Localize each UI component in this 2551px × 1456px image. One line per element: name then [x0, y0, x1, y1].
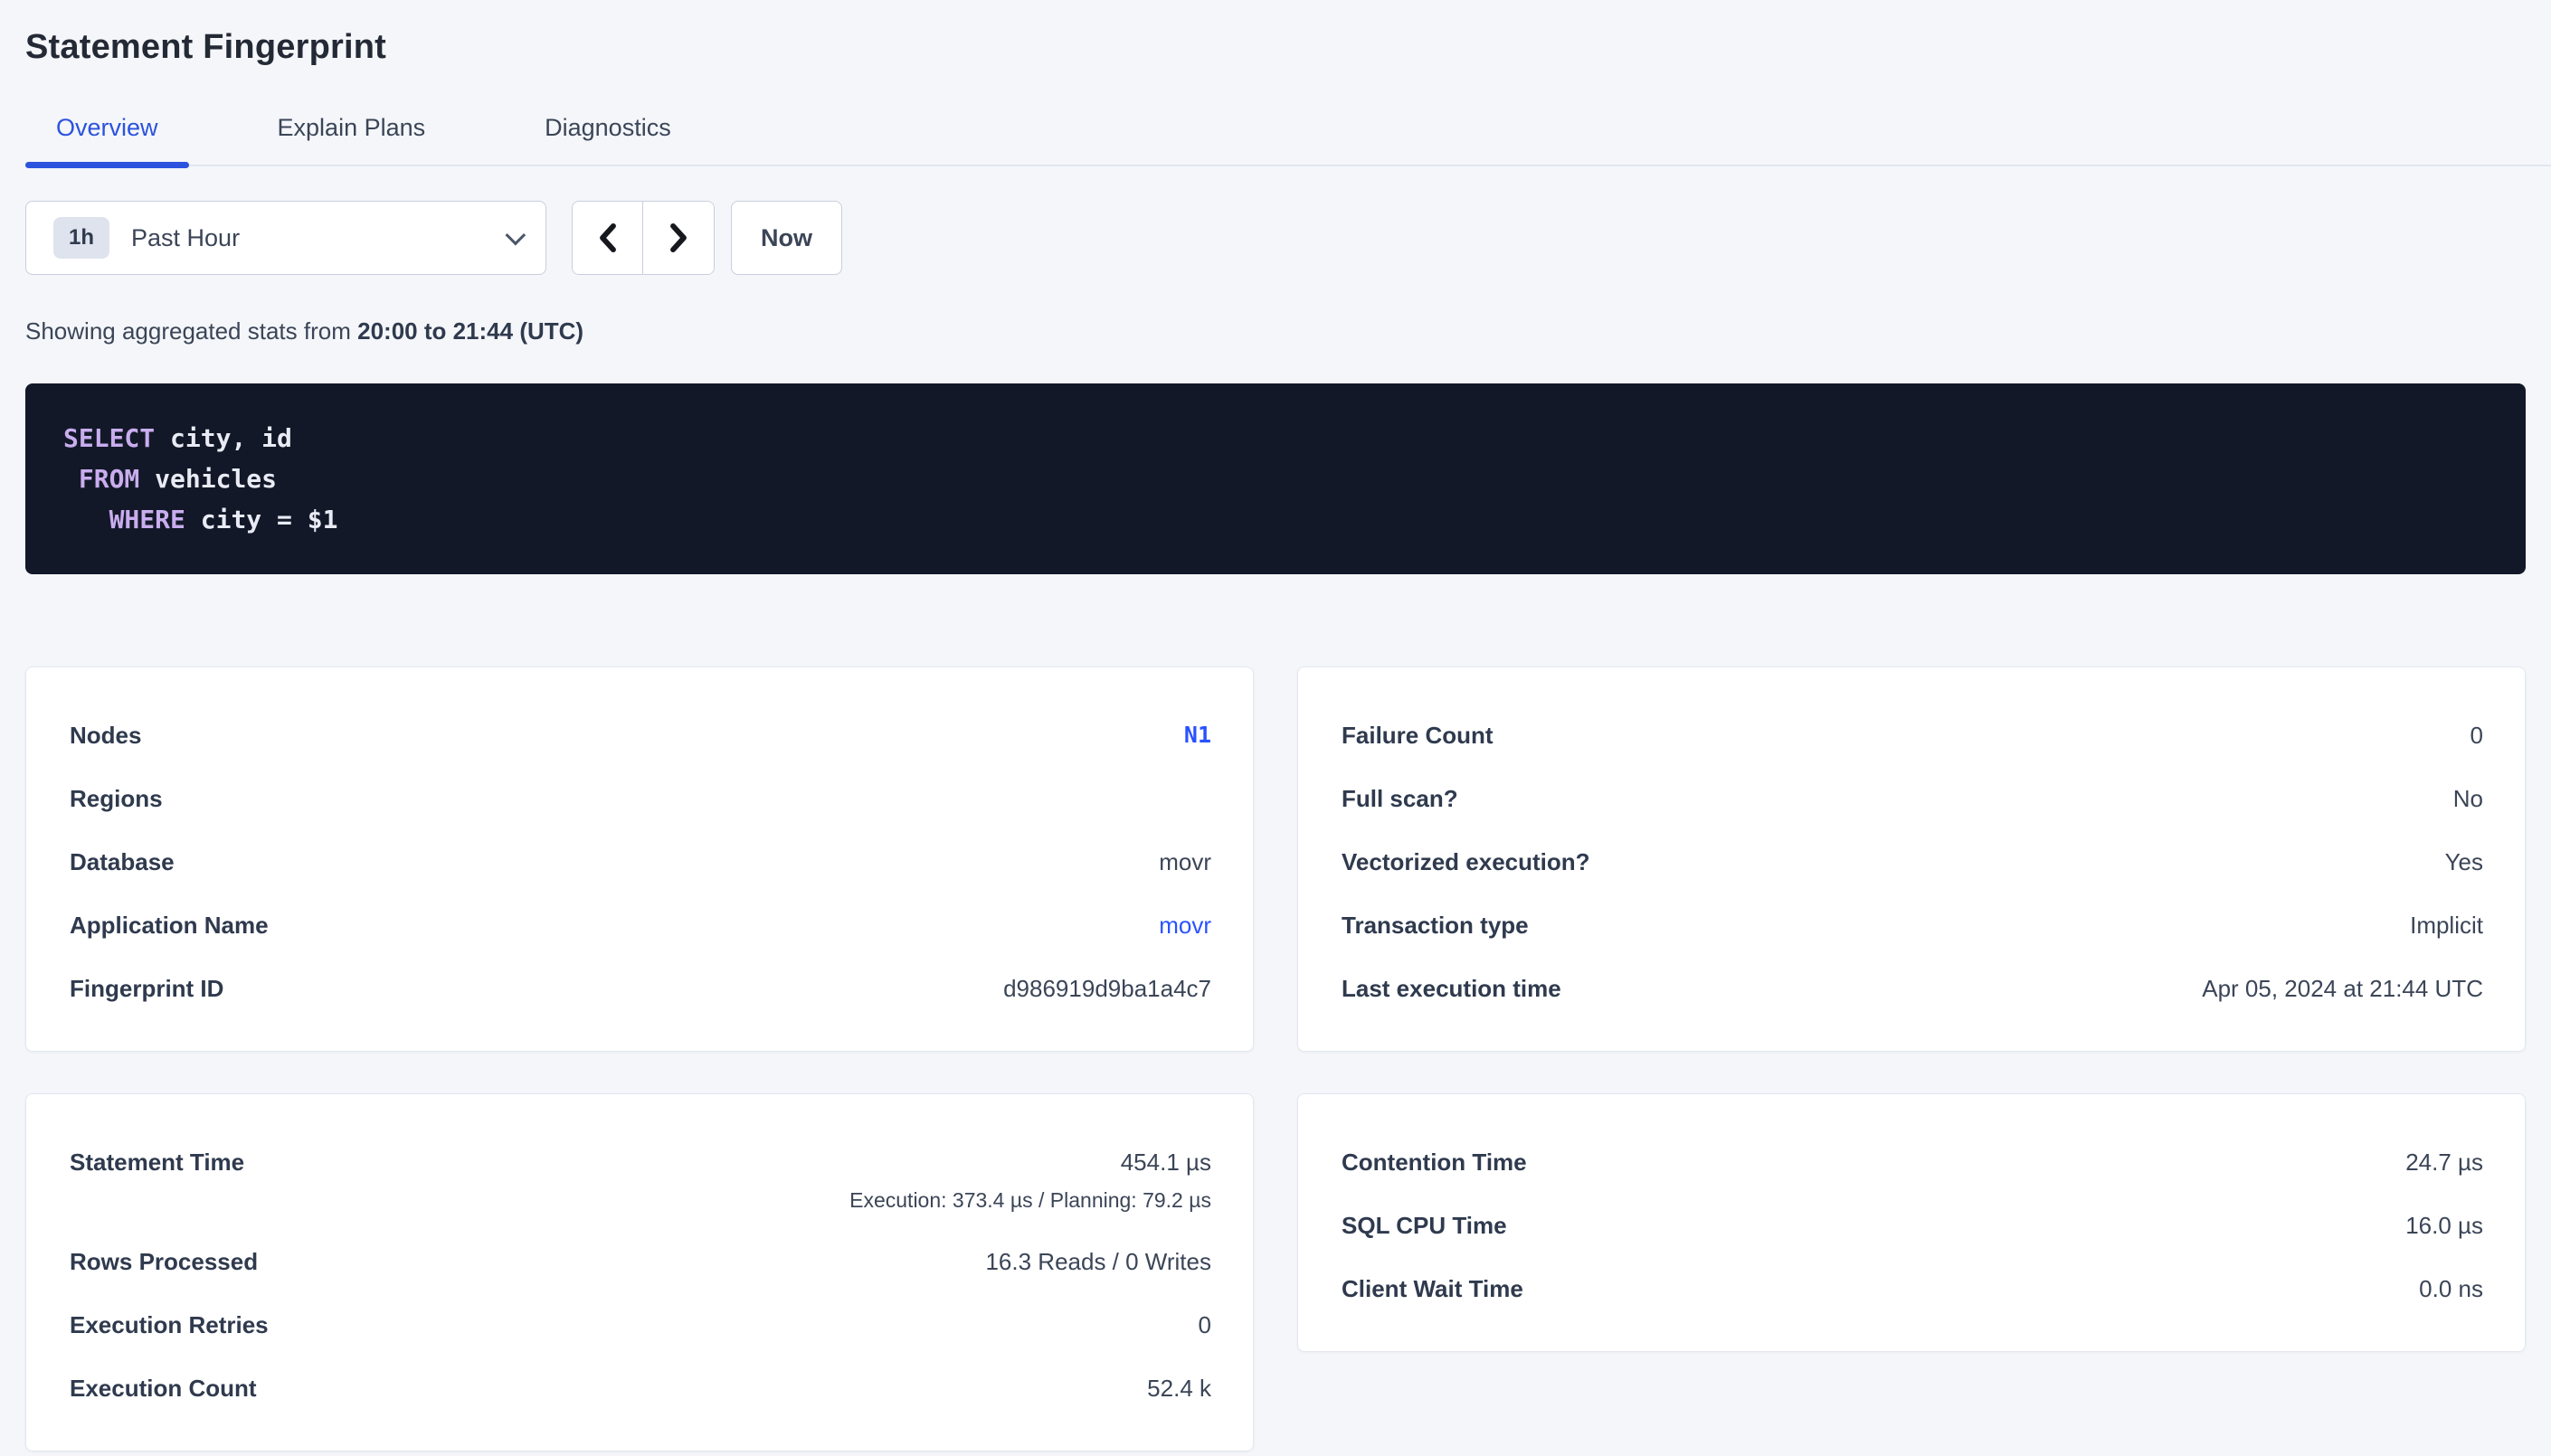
- aggregation-note: Showing aggregated stats from 20:00 to 2…: [25, 317, 2526, 345]
- detail-label: Statement Time: [70, 1149, 244, 1176]
- detail-label: SQL CPU Time: [1342, 1212, 1507, 1239]
- detail-row: Fingerprint ID d986919d9ba1a4c7: [70, 975, 1211, 1002]
- time-interval-select[interactable]: 1h Past Hour: [25, 201, 546, 275]
- statement-time-values: 454.1 µs Execution: 373.4 µs / Planning:…: [849, 1149, 1211, 1212]
- detail-value: 0: [2470, 722, 2483, 749]
- now-button[interactable]: Now: [731, 201, 842, 275]
- chevron-left-icon: [594, 221, 621, 255]
- detail-value: 52.4 k: [1147, 1375, 1211, 1402]
- detail-row: Regions: [70, 785, 1211, 812]
- detail-label: Transaction type: [1342, 912, 1529, 939]
- detail-label: Last execution time: [1342, 975, 1561, 1002]
- sql-text: city = $1: [185, 505, 338, 534]
- sql-indent: [63, 505, 109, 534]
- aggregation-note-prefix: Showing aggregated stats from: [25, 317, 357, 345]
- detail-row: Application Name movr: [70, 912, 1211, 939]
- sql-indent: [63, 464, 79, 494]
- detail-label: Rows Processed: [70, 1248, 258, 1275]
- detail-row: Transaction type Implicit: [1342, 912, 2483, 939]
- detail-label: Database: [70, 848, 175, 875]
- detail-row: SQL CPU Time 16.0 µs: [1342, 1212, 2483, 1239]
- detail-row: Execution Retries 0: [70, 1311, 1211, 1338]
- sql-keyword: FROM: [79, 464, 139, 494]
- detail-value: 0.0 ns: [2419, 1275, 2483, 1302]
- statement-time-breakdown: Execution: 373.4 µs / Planning: 79.2 µs: [849, 1188, 1211, 1212]
- detail-value: 454.1 µs: [1121, 1149, 1211, 1176]
- detail-label: Vectorized execution?: [1342, 848, 1590, 875]
- detail-row: Full scan? No: [1342, 785, 2483, 812]
- tab-bar: Overview Explain Plans Diagnostics: [25, 114, 2551, 166]
- detail-row: Database movr: [70, 848, 1211, 875]
- detail-row: Contention Time 24.7 µs: [1342, 1149, 2483, 1176]
- detail-row: Vectorized execution? Yes: [1342, 848, 2483, 875]
- detail-value: No: [2453, 785, 2483, 812]
- wait-time-stats-card: Contention Time 24.7 µs SQL CPU Time 16.…: [1297, 1093, 2526, 1352]
- detail-value: Implicit: [2410, 912, 2483, 939]
- sql-line: WHERE city = $1: [63, 499, 2488, 540]
- interval-nav-group: [572, 201, 715, 275]
- interval-selected-label: Past Hour: [131, 224, 240, 252]
- statement-stats-card: Statement Time 454.1 µs Execution: 373.4…: [25, 1093, 1254, 1451]
- detail-label: Execution Count: [70, 1375, 257, 1402]
- sql-text: vehicles: [139, 464, 277, 494]
- detail-row: Statement Time 454.1 µs Execution: 373.4…: [70, 1149, 1211, 1212]
- sql-line: FROM vehicles: [63, 459, 2488, 499]
- execution-attributes-card: Failure Count 0 Full scan? No Vectorized…: [1297, 667, 2526, 1052]
- statement-details-card: Nodes N1 Regions Database movr Applicati…: [25, 667, 1254, 1052]
- sql-keyword: WHERE: [109, 505, 185, 534]
- next-interval-button[interactable]: [643, 202, 714, 274]
- detail-row: Last execution time Apr 05, 2024 at 21:4…: [1342, 975, 2483, 1002]
- detail-label: Failure Count: [1342, 722, 1494, 749]
- detail-value: movr: [1159, 848, 1211, 875]
- last-execution-time-value: Apr 05, 2024 at 21:44 UTC: [2202, 975, 2483, 1002]
- detail-row: Failure Count 0: [1342, 722, 2483, 749]
- detail-label: Fingerprint ID: [70, 975, 223, 1002]
- detail-label: Client Wait Time: [1342, 1275, 1523, 1302]
- detail-value: 16.0 µs: [2405, 1212, 2483, 1239]
- detail-value: 16.3 Reads / 0 Writes: [985, 1248, 1211, 1275]
- tab-explain-plans[interactable]: Explain Plans: [247, 114, 457, 165]
- chevron-right-icon: [665, 221, 692, 255]
- detail-value: Yes: [2445, 848, 2483, 875]
- page-title: Statement Fingerprint: [25, 27, 2526, 67]
- chevron-down-icon: [506, 225, 526, 246]
- detail-value: 24.7 µs: [2405, 1149, 2483, 1176]
- sql-line: SELECT city, id: [63, 418, 2488, 459]
- prev-interval-button[interactable]: [573, 202, 643, 274]
- detail-label: Nodes: [70, 722, 141, 749]
- sql-keyword: SELECT: [63, 423, 155, 453]
- detail-label: Application Name: [70, 912, 269, 939]
- detail-row: Execution Count 52.4 k: [70, 1375, 1211, 1402]
- sql-text: city, id: [155, 423, 292, 453]
- detail-label: Regions: [70, 785, 163, 812]
- detail-row: Nodes N1: [70, 722, 1211, 749]
- sql-statement-box: SELECT city, id FROM vehicles WHERE city…: [25, 383, 2526, 574]
- detail-value: 0: [1199, 1311, 1211, 1338]
- application-name-link[interactable]: movr: [1159, 912, 1211, 939]
- summary-cards-grid: Nodes N1 Regions Database movr Applicati…: [25, 667, 2526, 1451]
- statement-fingerprint-page: Statement Fingerprint Overview Explain P…: [0, 0, 2551, 1451]
- nodes-link[interactable]: N1: [1184, 722, 1211, 749]
- detail-label: Full scan?: [1342, 785, 1458, 812]
- detail-label: Execution Retries: [70, 1311, 269, 1338]
- tab-diagnostics[interactable]: Diagnostics: [514, 114, 702, 165]
- detail-row: Rows Processed 16.3 Reads / 0 Writes: [70, 1248, 1211, 1275]
- fingerprint-id-value: d986919d9ba1a4c7: [1003, 975, 1211, 1002]
- detail-label: Contention Time: [1342, 1149, 1527, 1176]
- tab-overview[interactable]: Overview: [25, 114, 189, 165]
- detail-row: Client Wait Time 0.0 ns: [1342, 1275, 2483, 1302]
- interval-badge: 1h: [53, 217, 109, 259]
- time-controls: 1h Past Hour Now: [25, 201, 2526, 275]
- aggregation-note-range: 20:00 to 21:44 (UTC): [357, 317, 583, 345]
